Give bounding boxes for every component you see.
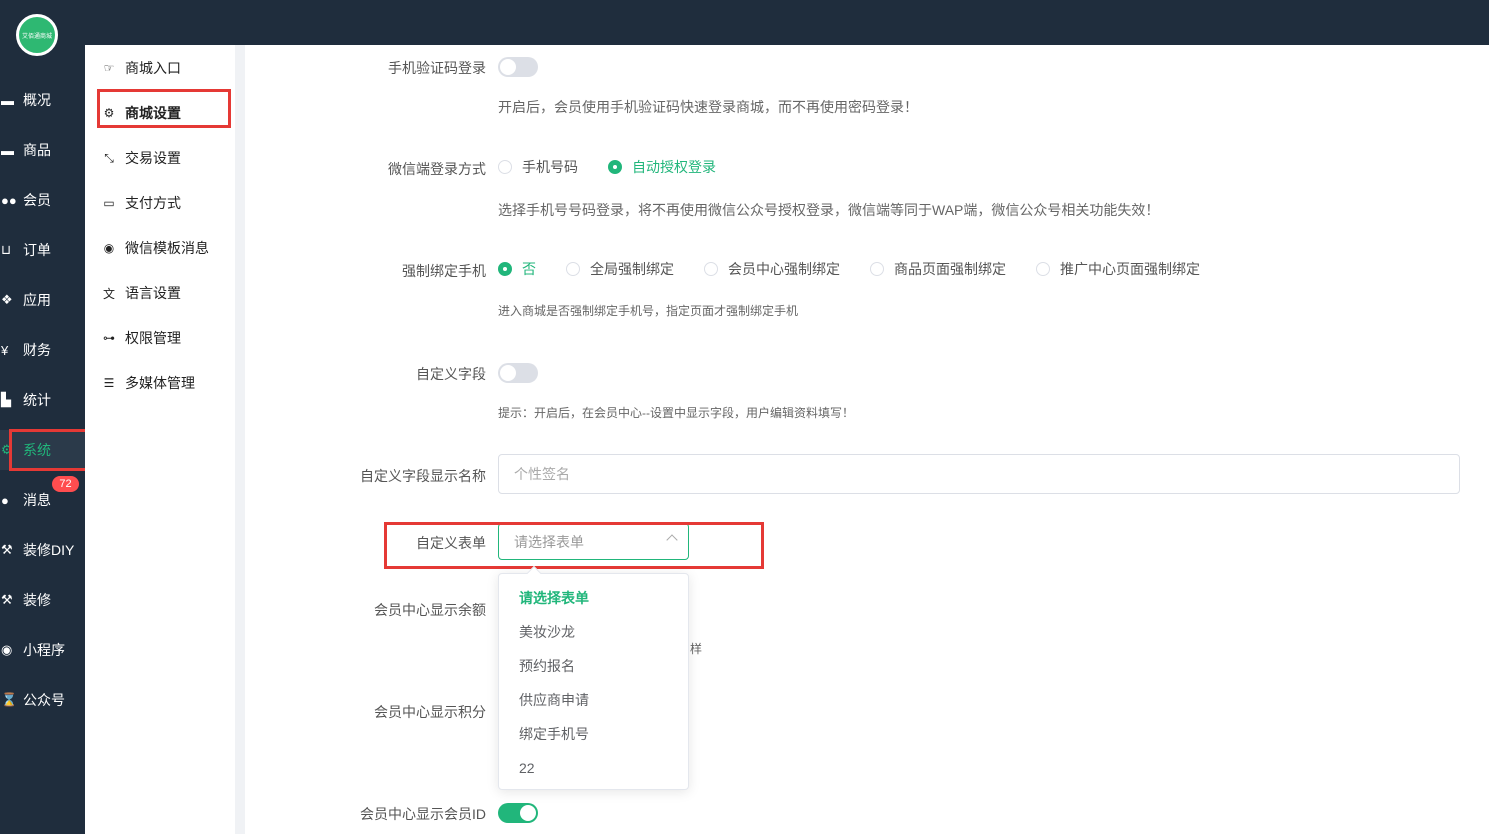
dropdown-option[interactable]: 绑定手机号	[519, 724, 589, 744]
subnav-item-mall-entry[interactable]: ☞ 商城入口	[101, 57, 181, 79]
subnav-item-payment[interactable]: ▭ 支付方式	[101, 192, 181, 214]
subnav-item-wechat-template[interactable]: ◉ 微信模板消息	[101, 237, 209, 259]
radio-dot	[608, 160, 622, 174]
wechat-login-label: 微信端登录方式	[388, 161, 486, 177]
radio-dot	[1036, 262, 1050, 276]
top-bar	[0, 0, 1489, 45]
list-icon: ☰	[103, 376, 115, 390]
bar-chart-icon: ▙	[1, 392, 11, 407]
sub-sidebar-divider	[235, 45, 245, 834]
highlight-box-mall-settings	[97, 89, 231, 128]
nav-item-stats[interactable]: ▙ 统计	[0, 380, 85, 420]
sms-login-label: 手机验证码登录	[388, 60, 486, 76]
credit-card-icon: ▭	[103, 196, 115, 210]
dropdown-option[interactable]: 供应商申请	[519, 690, 589, 710]
force-bind-radio-global[interactable]: 全局强制绑定	[566, 259, 674, 279]
wechat-login-radio-auto[interactable]: 自动授权登录	[608, 157, 716, 177]
radio-dot	[566, 262, 580, 276]
force-bind-hint: 进入商城是否强制绑定手机号，指定页面才强制绑定手机	[498, 304, 799, 318]
subnav-item-media[interactable]: ☰ 多媒体管理	[101, 372, 195, 394]
comment-icon: ●	[1, 492, 9, 508]
force-bind-radio-promotion[interactable]: 推广中心页面强制绑定	[1036, 259, 1200, 279]
wechat-login-hint: 选择手机号号码登录，将不再使用微信公众号授权登录，微信端等同于WAP端，微信公众…	[498, 202, 1160, 218]
subnav-item-language[interactable]: 文语言设置	[101, 282, 181, 304]
wechat-login-radio-phone[interactable]: 手机号码	[498, 157, 578, 177]
show-points-label: 会员中心显示积分	[374, 704, 486, 720]
nav-item-orders[interactable]: ⊔ 订单	[0, 230, 85, 270]
dropdown-option[interactable]: 美妆沙龙	[519, 622, 575, 642]
hourglass-icon: ⌛	[1, 692, 18, 707]
subnav-item-permissions[interactable]: ⊶ 权限管理	[101, 327, 181, 349]
cubes-icon: ❖	[1, 292, 13, 307]
show-balance-hint-partial: 样	[690, 642, 703, 656]
archive-icon: ▬	[1, 92, 14, 108]
nav-item-apps[interactable]: ❖ 应用	[0, 280, 85, 320]
dropdown-option[interactable]: 预约报名	[519, 656, 575, 676]
force-bind-radio-no[interactable]: 否	[498, 259, 536, 279]
force-bind-radio-member-center[interactable]: 会员中心强制绑定	[704, 259, 840, 279]
sms-login-switch[interactable]	[498, 57, 538, 77]
radio-dot	[498, 160, 512, 174]
dropdown-option[interactable]: 请选择表单	[519, 588, 589, 608]
gavel-icon: ⚒	[1, 592, 13, 607]
nav-item-goods[interactable]: ▬ 商品	[0, 130, 85, 170]
gavel-icon: ⚒	[1, 542, 13, 557]
radio-dot	[870, 262, 884, 276]
radio-dot	[498, 262, 512, 276]
wechat-icon: ◉	[1, 642, 13, 657]
switch-knob	[500, 365, 516, 381]
nav-item-overview[interactable]: ▬ 概况	[0, 80, 85, 120]
force-bind-radio-goods-page[interactable]: 商品页面强制绑定	[870, 259, 1006, 279]
message-count-badge: 72	[52, 476, 79, 492]
show-member-id-label: 会员中心显示会员ID	[360, 806, 486, 822]
switch-knob	[520, 805, 536, 821]
users-icon: ●●	[1, 192, 17, 208]
nav-item-miniprogram[interactable]: ◉ 小程序	[0, 630, 85, 670]
logo[interactable]: 艾佰通商城	[16, 14, 58, 56]
dropdown-option[interactable]: 22	[519, 758, 535, 778]
nav-item-decor-diy[interactable]: ⚒ 装修DIY	[0, 530, 85, 570]
compress-icon: ⤡	[104, 150, 114, 165]
show-balance-label: 会员中心显示余额	[374, 602, 486, 618]
wechat-icon: ◉	[103, 241, 115, 255]
custom-field-name-label: 自定义字段显示名称	[360, 468, 486, 484]
highlight-box-custom-form	[384, 522, 764, 569]
nav-item-finance[interactable]: ¥ 财务	[0, 330, 85, 370]
subnav-item-trade-settings[interactable]: ⤡ 交易设置	[101, 147, 181, 169]
yen-icon: ¥	[1, 342, 9, 358]
archive-icon: ▬	[1, 142, 14, 158]
language-icon: 文	[102, 286, 115, 301]
hand-pointer-icon: ☞	[103, 61, 115, 75]
sms-login-hint: 开启后，会员使用手机验证码快速登录商城，而不再使用密码登录！	[498, 99, 918, 115]
nav-item-members[interactable]: ●● 会员	[0, 180, 85, 220]
radio-dot	[704, 262, 718, 276]
nav-item-official-account[interactable]: ⌛ 公众号	[0, 680, 85, 720]
gamepad-icon: ⊶	[103, 331, 115, 345]
logo-text: 艾佰通商城	[21, 33, 52, 40]
switch-knob	[500, 59, 516, 75]
highlight-box-system	[9, 429, 90, 471]
custom-field-label: 自定义字段	[416, 366, 486, 382]
show-member-id-switch[interactable]	[498, 803, 538, 823]
custom-form-dropdown: 请选择表单 美妆沙龙 预约报名 供应商申请 绑定手机号 22	[498, 565, 689, 790]
nav-item-decor[interactable]: ⚒ 装修	[0, 580, 85, 620]
cart-icon: ⊔	[1, 242, 12, 257]
force-bind-label: 强制绑定手机	[402, 263, 486, 279]
custom-field-name-input[interactable]: 个性签名	[498, 454, 1460, 494]
custom-field-switch[interactable]	[498, 363, 538, 383]
custom-field-hint: 提示：开启后，在会员中心--设置中显示字段，用户编辑资料填写！	[498, 406, 854, 420]
